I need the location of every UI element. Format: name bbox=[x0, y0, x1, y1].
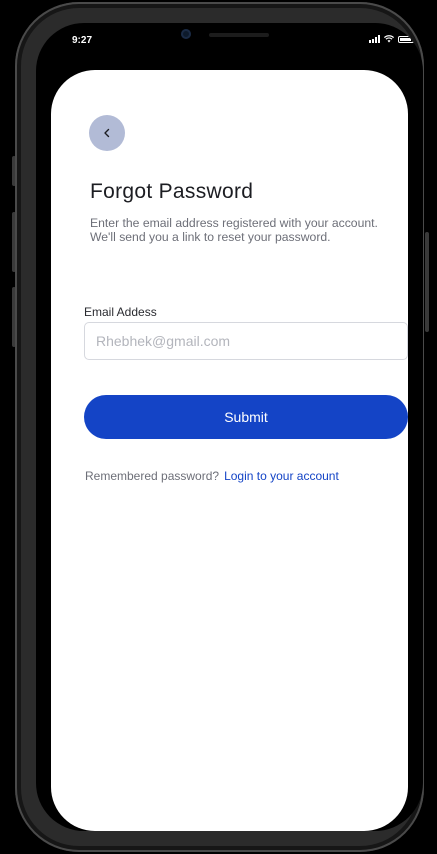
battery-icon bbox=[398, 35, 414, 43]
chevron-left-icon bbox=[104, 128, 110, 138]
page-title: Forgot Password bbox=[90, 180, 254, 203]
back-button[interactable] bbox=[89, 115, 125, 151]
cellular-signal-icon bbox=[369, 35, 380, 43]
phone-screen: 9:27 Forgot Password Enter the email add… bbox=[36, 23, 423, 831]
subtitle-line-2: We'll send you a link to reset your pass… bbox=[90, 230, 331, 244]
status-time: 9:27 bbox=[72, 35, 93, 46]
power-button bbox=[425, 232, 429, 332]
login-prompt: Remembered password? Login to your accoun… bbox=[85, 469, 339, 483]
login-link[interactable]: Login to your account bbox=[224, 469, 339, 483]
wifi-icon bbox=[384, 35, 394, 43]
phone-frame: 9:27 Forgot Password Enter the email add… bbox=[15, 2, 424, 852]
login-prompt-text: Remembered password? bbox=[85, 469, 220, 483]
submit-button[interactable]: Submit bbox=[84, 395, 408, 439]
subtitle-line-1: Enter the email address registered with … bbox=[90, 216, 378, 230]
page-subtitle: Enter the email address registered with … bbox=[90, 216, 410, 244]
email-field[interactable] bbox=[84, 322, 408, 360]
app-content: Forgot Password Enter the email address … bbox=[51, 70, 408, 831]
status-icons bbox=[369, 35, 414, 43]
camera-icon bbox=[181, 29, 191, 39]
speaker-grille bbox=[209, 33, 269, 37]
email-field-label: Email Addess bbox=[84, 305, 157, 319]
